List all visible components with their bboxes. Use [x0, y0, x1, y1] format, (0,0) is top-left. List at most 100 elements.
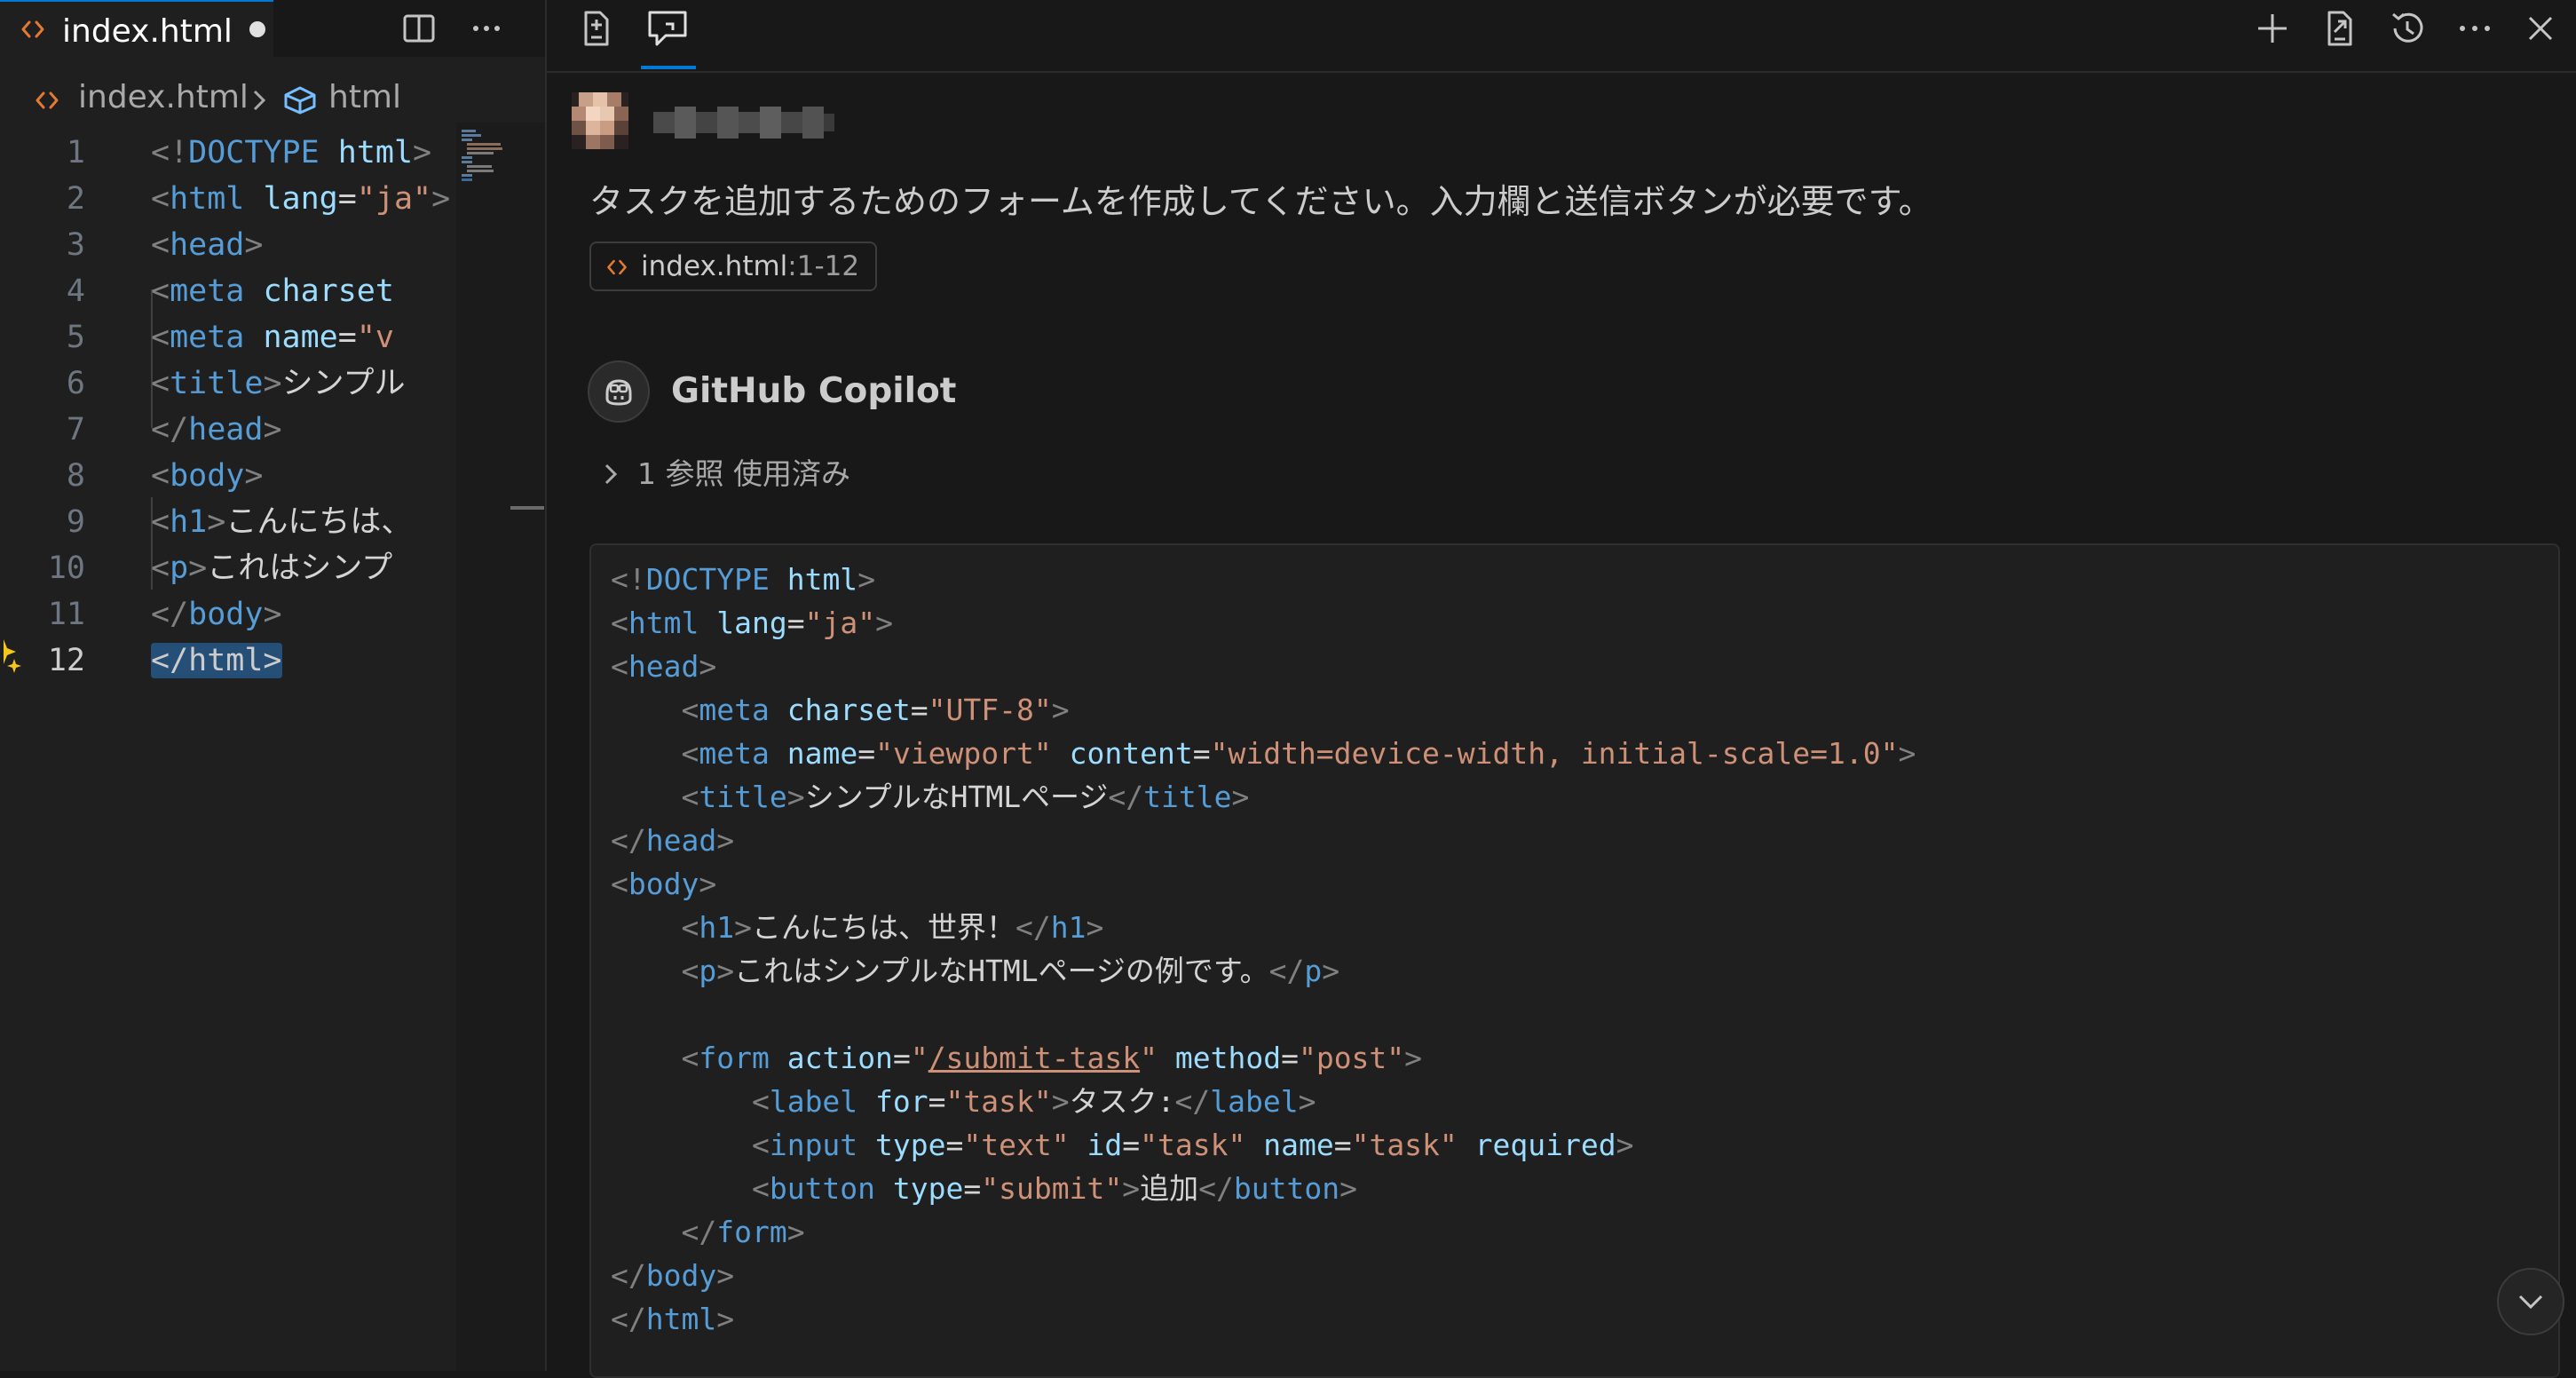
- export-icon[interactable]: [2319, 7, 2361, 50]
- code-token: </: [1268, 954, 1305, 988]
- sparkle-icon[interactable]: [0, 636, 27, 675]
- code-line[interactable]: 10 <p>これはシンプ: [0, 545, 462, 591]
- split-editor-icon[interactable]: [401, 11, 437, 46]
- code-token: "task": [945, 1084, 1052, 1119]
- code-token: "text": [963, 1128, 1070, 1162]
- code-line[interactable]: 6 <title>シンプル: [0, 360, 462, 407]
- code-token: <: [611, 649, 628, 684]
- copilot-icon: [588, 360, 650, 423]
- close-icon[interactable]: [2519, 7, 2562, 50]
- code-block-line: </form>: [611, 1210, 804, 1254]
- code-block[interactable]: <!DOCTYPE html> <html lang="ja"> <head> <m…: [589, 543, 2560, 1378]
- code-token: body: [645, 1258, 717, 1293]
- code-token: =: [337, 181, 357, 217]
- code-token: <: [151, 227, 170, 263]
- user-message: タスクを追加するためのフォームを作成してください。入力欄と送信ボタンが必要です。: [589, 182, 1932, 221]
- code-token: >: [1051, 1084, 1070, 1119]
- code-token: </: [681, 1215, 717, 1249]
- line-code: <title>シンプル: [151, 360, 460, 407]
- code-token: name: [263, 320, 338, 355]
- code-token: </: [611, 1302, 646, 1336]
- code-block-line: </head>: [611, 819, 734, 862]
- code-line[interactable]: 9 <h1>こんにちは、: [0, 499, 462, 545]
- code-token: =: [1122, 1128, 1141, 1162]
- code-token: name: [1263, 1128, 1334, 1162]
- line-number: 3: [66, 227, 85, 263]
- code-token: >: [188, 550, 208, 586]
- tab-index-html[interactable]: index.html: [0, 0, 273, 57]
- code-block-line: <html lang="ja">: [611, 601, 893, 645]
- chevron-right-icon: [250, 89, 268, 112]
- code-token: meta: [170, 273, 245, 309]
- code-token: >: [1339, 1171, 1357, 1206]
- history-icon[interactable]: [2386, 7, 2429, 50]
- code-token: >: [716, 954, 735, 988]
- file-reference-chip[interactable]: index.html:1-12: [589, 242, 878, 291]
- code-line[interactable]: 11 </body>: [0, 591, 462, 638]
- code-token: >: [716, 1258, 735, 1293]
- code-token: >: [716, 823, 735, 858]
- code-line[interactable]: 4 <meta charset: [0, 268, 462, 314]
- code-token: p: [170, 550, 189, 586]
- chat-icon[interactable]: [643, 4, 692, 53]
- breadcrumb-symbol[interactable]: html: [328, 79, 401, 115]
- html-file-icon: [20, 16, 46, 43]
- code-block-line: <label for="task">タスク:</label>: [611, 1080, 1316, 1123]
- code-token: >: [1122, 1171, 1141, 1206]
- code-token: "UTF-8": [928, 693, 1052, 727]
- scroll-down-button[interactable]: [2497, 1268, 2564, 1335]
- code-token: >: [699, 649, 717, 684]
- code-token: <: [681, 693, 699, 727]
- code-token: h1: [699, 910, 735, 945]
- code-token: h1: [170, 504, 208, 540]
- scrollbar-thumb[interactable]: [510, 506, 544, 510]
- code-token: "v: [356, 320, 394, 355]
- code-token: "ja": [356, 181, 432, 217]
- unsaved-indicator-icon[interactable]: [249, 21, 265, 37]
- code-token: =: [910, 693, 928, 727]
- code-line[interactable]: 5 <meta name="v: [0, 314, 462, 360]
- more-actions-icon[interactable]: [469, 11, 504, 46]
- code-token: タスク:: [1069, 1084, 1175, 1119]
- code-line[interactable]: 8 <body>: [0, 453, 462, 499]
- avatar: [572, 92, 628, 149]
- code-token: >: [1086, 910, 1104, 945]
- more-actions-icon[interactable]: [2454, 7, 2496, 50]
- code-token: title: [1143, 780, 1232, 814]
- code-line[interactable]: 7 </head>: [0, 407, 462, 453]
- username-redacted: [653, 107, 834, 139]
- reference-lines: :1-12: [787, 250, 860, 282]
- code-token: <: [681, 1041, 699, 1075]
- code-token: シンプル: [281, 366, 406, 401]
- code-token: <: [751, 1084, 770, 1119]
- code-line[interactable]: 3 <head>: [0, 222, 462, 268]
- breadcrumb-file[interactable]: index.html: [78, 79, 249, 115]
- line-number: 1: [66, 135, 85, 170]
- code-line[interactable]: 12 </html>: [0, 638, 462, 684]
- code-block-line: <button type="submit">追加</button>: [611, 1167, 1357, 1210]
- code-token: DOCTYPE: [645, 562, 770, 597]
- code-token: 追加: [1140, 1171, 1199, 1206]
- code-token: input: [769, 1128, 858, 1162]
- code-token: </: [611, 823, 646, 858]
- code-line[interactable]: 2 <html lang="ja">: [0, 176, 462, 222]
- plus-icon[interactable]: [2251, 7, 2294, 50]
- code-token: </: [1198, 1171, 1234, 1206]
- breadcrumb: index.html html: [0, 76, 462, 121]
- editor-pane: index.html index.html html 1 <!DOCTYPE ht…: [0, 0, 545, 1371]
- code-token: p: [699, 954, 717, 988]
- code-block-line: <body>: [611, 862, 716, 906]
- code-token: body: [188, 597, 264, 632]
- code-token: method: [1174, 1041, 1282, 1075]
- references-used-label: 1 参照 使用済み: [637, 456, 850, 491]
- minimap[interactable]: [456, 123, 545, 1371]
- edits-icon[interactable]: [572, 4, 621, 53]
- code-line[interactable]: 1 <!DOCTYPE html>: [0, 130, 462, 176]
- code-token: <: [681, 780, 699, 814]
- line-code: </body>: [151, 591, 460, 638]
